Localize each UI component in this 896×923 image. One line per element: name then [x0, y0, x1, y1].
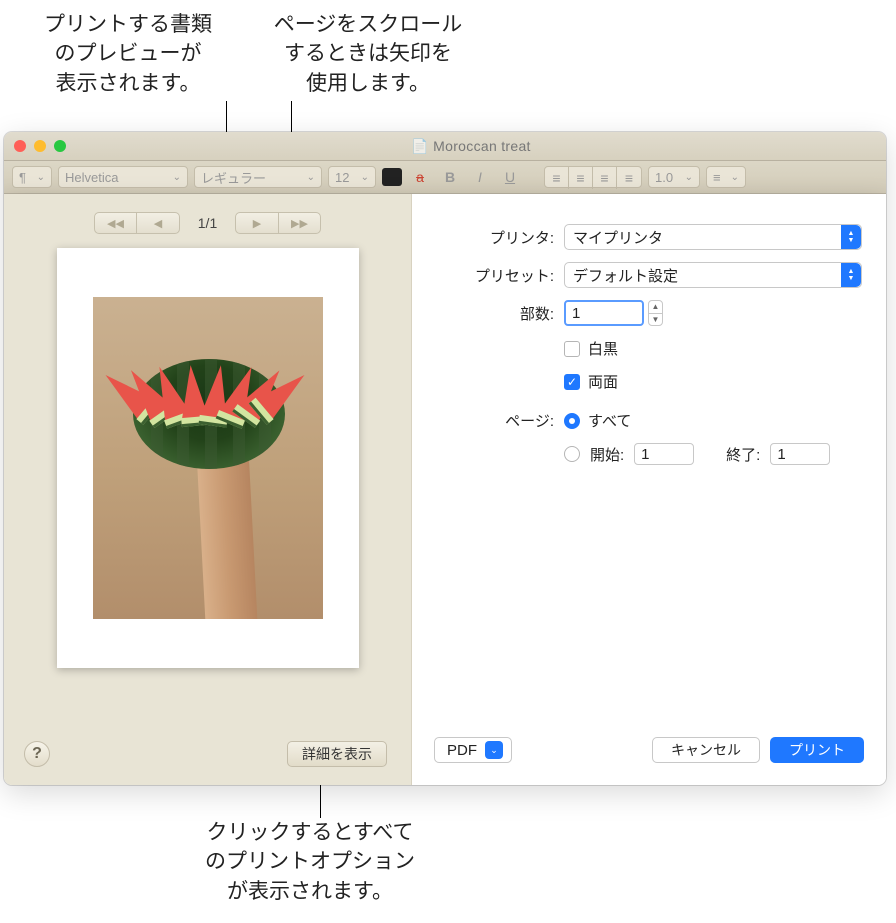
stepper-down-icon[interactable]: ▼: [649, 314, 662, 326]
page-thumbnail: [57, 248, 359, 668]
alignment-group[interactable]: ≡ ≡ ≡ ≡: [544, 166, 642, 188]
pages-label: ページ:: [412, 410, 564, 431]
printer-select[interactable]: マイプリンタ ▲▼: [564, 224, 862, 250]
print-settings-pane: プリンタ: マイプリンタ ▲▼ プリセット: デフォルト設定 ▲▼: [412, 194, 886, 785]
align-right-icon[interactable]: ≡: [593, 167, 617, 189]
document-image: [93, 297, 323, 619]
prev-page-group[interactable]: ◀◀ ◀: [94, 212, 180, 234]
paragraph-style-select[interactable]: ¶ ⌄: [12, 166, 52, 188]
minimize-traffic-light[interactable]: [34, 140, 46, 152]
copies-label: 部数:: [412, 303, 564, 324]
titlebar: 📄 Moroccan treat: [4, 132, 886, 161]
text-color-swatch[interactable]: [382, 168, 402, 186]
next-page-group[interactable]: ▶ ▶▶: [235, 212, 321, 234]
bold-button[interactable]: B: [438, 166, 462, 188]
format-toolbar: ¶ ⌄ Helvetica⌄ レギュラー⌄ 12⌄ a B I U ≡ ≡ ≡ …: [4, 161, 886, 194]
copies-input[interactable]: 1: [564, 300, 644, 326]
next-page-icon[interactable]: ▶: [236, 213, 278, 233]
to-label: 終了:: [726, 444, 760, 465]
pages-all-radio[interactable]: [564, 413, 580, 429]
chevron-updown-icon: ▲▼: [841, 225, 861, 249]
preview-pane: ◀◀ ◀ 1/1 ▶ ▶▶: [4, 194, 412, 785]
pdf-menu-button[interactable]: PDF ⌄: [434, 737, 512, 763]
callout-line: [320, 784, 321, 818]
bw-label: 白黒: [588, 338, 618, 359]
last-page-icon[interactable]: ▶▶: [278, 213, 321, 233]
chevron-updown-icon: ▲▼: [841, 263, 861, 287]
help-button[interactable]: ?: [24, 741, 50, 767]
font-family-select[interactable]: Helvetica⌄: [58, 166, 188, 188]
duplex-checkbox[interactable]: ✓: [564, 374, 580, 390]
app-window: 📄 Moroccan treat ¶ ⌄ Helvetica⌄ レギュラー⌄ 1…: [4, 132, 886, 785]
callout-details: クリックするとすべてのプリントオプションが表示されます。: [180, 818, 440, 906]
close-traffic-light[interactable]: [14, 140, 26, 152]
show-details-button[interactable]: 詳細を表示: [287, 741, 387, 767]
preset-select[interactable]: デフォルト設定 ▲▼: [564, 262, 862, 288]
callout-preview: プリントする書類のプレビューが表示されます。: [28, 10, 228, 98]
align-center-icon[interactable]: ≡: [569, 167, 593, 189]
align-left-icon[interactable]: ≡: [545, 167, 569, 189]
duplex-label: 両面: [588, 371, 618, 392]
chevron-down-icon: ⌄: [485, 741, 503, 759]
preset-label: プリセット:: [412, 265, 564, 286]
window-title: 📄 Moroccan treat: [66, 138, 876, 155]
zoom-traffic-light[interactable]: [54, 140, 66, 152]
copies-stepper[interactable]: ▲▼: [648, 300, 663, 326]
pages-range-radio[interactable]: [564, 446, 580, 462]
italic-button[interactable]: I: [468, 166, 492, 188]
to-input[interactable]: 1: [770, 443, 830, 465]
cancel-button[interactable]: キャンセル: [652, 737, 760, 763]
pages-all-label: すべて: [588, 410, 631, 431]
strikethrough-icon[interactable]: a: [408, 166, 432, 188]
stepper-up-icon[interactable]: ▲: [649, 301, 662, 314]
font-style-select[interactable]: レギュラー⌄: [194, 166, 322, 188]
first-page-icon[interactable]: ◀◀: [95, 213, 137, 233]
prev-page-icon[interactable]: ◀: [136, 213, 179, 233]
bw-checkbox[interactable]: [564, 341, 580, 357]
print-dialog: ◀◀ ◀ 1/1 ▶ ▶▶: [4, 194, 886, 785]
print-button[interactable]: プリント: [770, 737, 864, 763]
font-size-select[interactable]: 12⌄: [328, 166, 376, 188]
align-justify-icon[interactable]: ≡: [617, 167, 641, 189]
list-style-select[interactable]: ≡ ⌄: [706, 166, 746, 188]
from-input[interactable]: 1: [634, 443, 694, 465]
from-label: 開始:: [590, 444, 624, 465]
line-spacing-select[interactable]: 1.0⌄: [648, 166, 700, 188]
callout-arrows: ページをスクロールするときは矢印を使用します。: [258, 10, 478, 98]
page-indicator: 1/1: [198, 215, 217, 231]
underline-button[interactable]: U: [498, 166, 522, 188]
printer-label: プリンタ:: [412, 227, 564, 248]
